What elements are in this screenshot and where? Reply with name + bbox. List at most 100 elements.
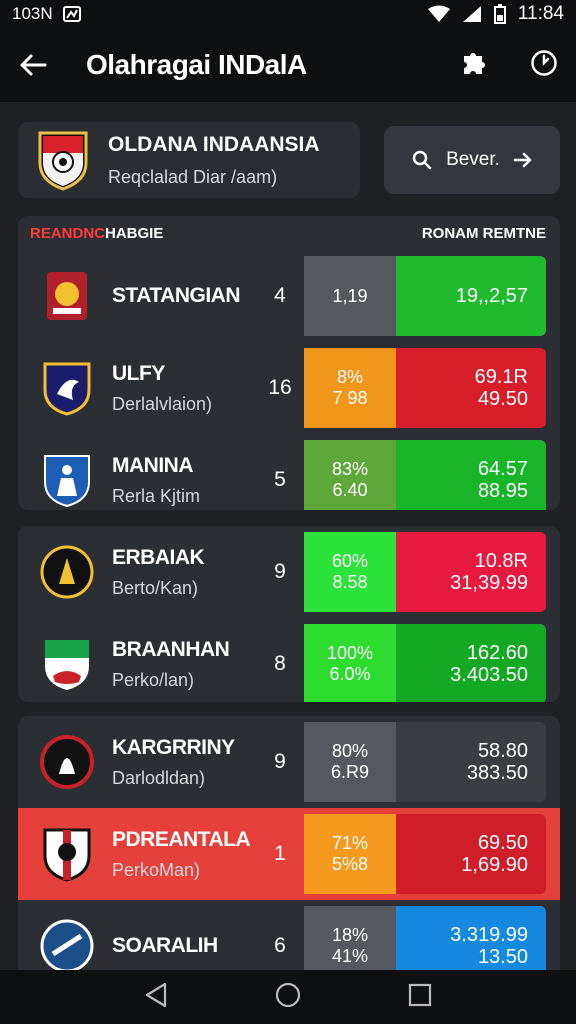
team-logo — [38, 825, 96, 883]
app-bar: Olahragai INDalA — [0, 28, 576, 102]
header-left-red: REANDNC — [30, 224, 105, 242]
stat-cell-a: 8% 7 98 — [304, 348, 396, 428]
stat-b1: 69.50 — [477, 832, 528, 854]
search-button[interactable]: Bever. — [384, 126, 560, 194]
league-card[interactable]: OLDANA INDAANSIA Reqclalad Diar /aam) — [18, 122, 360, 198]
table-row[interactable]: KARGRRINY Darlodldan) 9 80% 6.R9 58.80 383.50 — [18, 716, 560, 808]
stat-a2: 6.0% — [329, 664, 371, 684]
team-subtitle: PerkoMan) — [112, 859, 201, 880]
back-triangle-icon — [145, 982, 166, 1007]
arrow-right-icon — [513, 152, 532, 168]
table-row[interactable]: MANINA Rerla Kjtim 5 83% 6.40 64.57 88.95 — [18, 434, 560, 510]
stat-a1: 8% — [336, 367, 363, 388]
stat-a1: 1,19 — [332, 285, 368, 306]
stat-a1: 100% — [326, 643, 374, 664]
stat-a1: 71% — [331, 833, 369, 854]
team-logo — [38, 635, 96, 693]
team-logo — [38, 543, 96, 601]
stat-a1: 83% — [331, 459, 369, 480]
team-logo — [38, 451, 96, 509]
stat-a2: 41% — [331, 946, 369, 966]
stat-cell-a: 100% 6.0% — [304, 624, 396, 702]
app-title: Olahragai INDalA — [86, 49, 307, 80]
stat-b2: 13.50 — [477, 946, 528, 968]
stat-cell-b: 64.57 88.95 — [396, 440, 546, 510]
team-count: 5 — [274, 468, 286, 491]
table-row[interactable]: SOARALIH 6 18% 41% 3.319.99 13.50 — [18, 900, 560, 970]
nav-recents-button[interactable] — [408, 983, 432, 1012]
stat-cell-b: 19,,2,57 — [396, 256, 546, 336]
stat-b2: 383.50 — [466, 762, 528, 784]
stat-cell-a: 18% 41% — [304, 906, 396, 970]
wifi-icon — [427, 5, 450, 22]
clock-icon — [531, 49, 557, 76]
stat-b2: 49.50 — [477, 388, 528, 410]
nav-back-button[interactable] — [144, 982, 168, 1013]
league-name: OLDANA INDAANSIA — [108, 132, 320, 156]
stat-a1: 60% — [331, 551, 369, 572]
puzzle-icon — [464, 52, 485, 74]
status-bar: 103N 11:84 — [0, 0, 576, 28]
stat-b1: 162.60 — [466, 642, 528, 664]
stat-cell-b: 3.319.99 13.50 — [396, 906, 546, 970]
stat-b2: 31,39.99 — [450, 572, 528, 594]
stat-cell-a: 71% 5%8 — [304, 814, 396, 894]
team-crest-icon — [44, 455, 90, 508]
arrow-left-icon — [20, 54, 47, 76]
stat-b2: 1,69.90 — [461, 854, 528, 876]
team-count: 1 — [274, 842, 286, 865]
stat-a2: 5%8 — [331, 854, 369, 874]
team-subtitle: Perko/lan) — [112, 669, 195, 690]
stat-cell-b: 10.8R 31,39.99 — [396, 532, 546, 612]
table-row[interactable]: PDREANTALA PerkoMan) 1 71% 5%8 69.50 1,69.90 — [18, 808, 560, 900]
team-subtitle: Derlalvlaion) — [112, 393, 213, 414]
history-button[interactable] — [530, 49, 558, 82]
table-row[interactable]: ULFY Derlalvlaion) 16 8% 7 98 69.1R 49.50 — [18, 342, 560, 434]
team-name: KARGRRINY — [112, 735, 235, 759]
table-row[interactable]: BRAANHAN Perko/lan) 8 100% 6.0% 162.60 3.403.5… — [18, 618, 560, 702]
league-subtitle: Reqclalad Diar /aam) — [108, 166, 278, 187]
team-count: 16 — [268, 376, 292, 399]
status-left-text: 103N — [12, 4, 53, 23]
team-name: SOARALIH — [112, 934, 218, 957]
league-crest-icon — [38, 131, 88, 191]
home-circle-icon — [275, 982, 301, 1007]
team-crest-icon — [47, 272, 87, 320]
team-name: MANINA — [112, 453, 194, 477]
stat-cell-b: 58.80 383.50 — [396, 722, 546, 802]
team-name: STATANGIAN — [112, 284, 240, 307]
stat-b1: 69.1R — [474, 366, 528, 388]
table-row[interactable]: ERBAIAK Berto/Kan) 9 60% 8.58 10.8R 31,39.99 — [18, 526, 560, 618]
stat-b1: 3.319.99 — [450, 924, 528, 946]
stat-b2: 88.95 — [477, 480, 528, 502]
back-button[interactable] — [18, 50, 48, 80]
table-row[interactable]: STATANGIAN 4 1,19 19,,2,57 — [18, 250, 560, 342]
stat-a1: 18% — [331, 925, 369, 946]
team-crest-icon — [40, 735, 94, 789]
team-subtitle: Berto/Kan) — [112, 577, 199, 598]
stat-cell-b: 162.60 3.403.50 — [396, 624, 546, 702]
standings-group-2: ERBAIAK Berto/Kan) 9 60% 8.58 10.8R 31,39.99 BR… — [18, 526, 560, 702]
stat-cell-b: 69.50 1,69.90 — [396, 814, 546, 894]
stat-b1: 64.57 — [477, 458, 528, 480]
extensions-button[interactable] — [458, 48, 488, 83]
team-logo — [38, 267, 96, 325]
team-count: 9 — [274, 750, 286, 773]
stat-a2: 8.58 — [332, 572, 368, 592]
header-right: RONAM REMTNE — [421, 224, 546, 242]
battery-icon — [493, 4, 506, 24]
team-crest-icon — [43, 828, 91, 882]
stat-cell-a: 80% 6.R9 — [304, 722, 396, 802]
system-nav-bar — [0, 970, 576, 1024]
team-name: ERBAIAK — [112, 545, 205, 569]
recents-square-icon — [409, 983, 432, 1006]
team-crest-icon — [40, 545, 94, 599]
stat-cell-b: 69.1R 49.50 — [396, 348, 546, 428]
team-crest-icon — [43, 362, 91, 416]
team-logo — [38, 359, 96, 417]
stat-b1: 10.8R — [474, 550, 528, 572]
nav-home-button[interactable] — [275, 982, 301, 1013]
stat-b1: 19,,2,57 — [455, 285, 528, 307]
team-crest-icon — [40, 919, 94, 970]
team-count: 9 — [274, 560, 286, 583]
